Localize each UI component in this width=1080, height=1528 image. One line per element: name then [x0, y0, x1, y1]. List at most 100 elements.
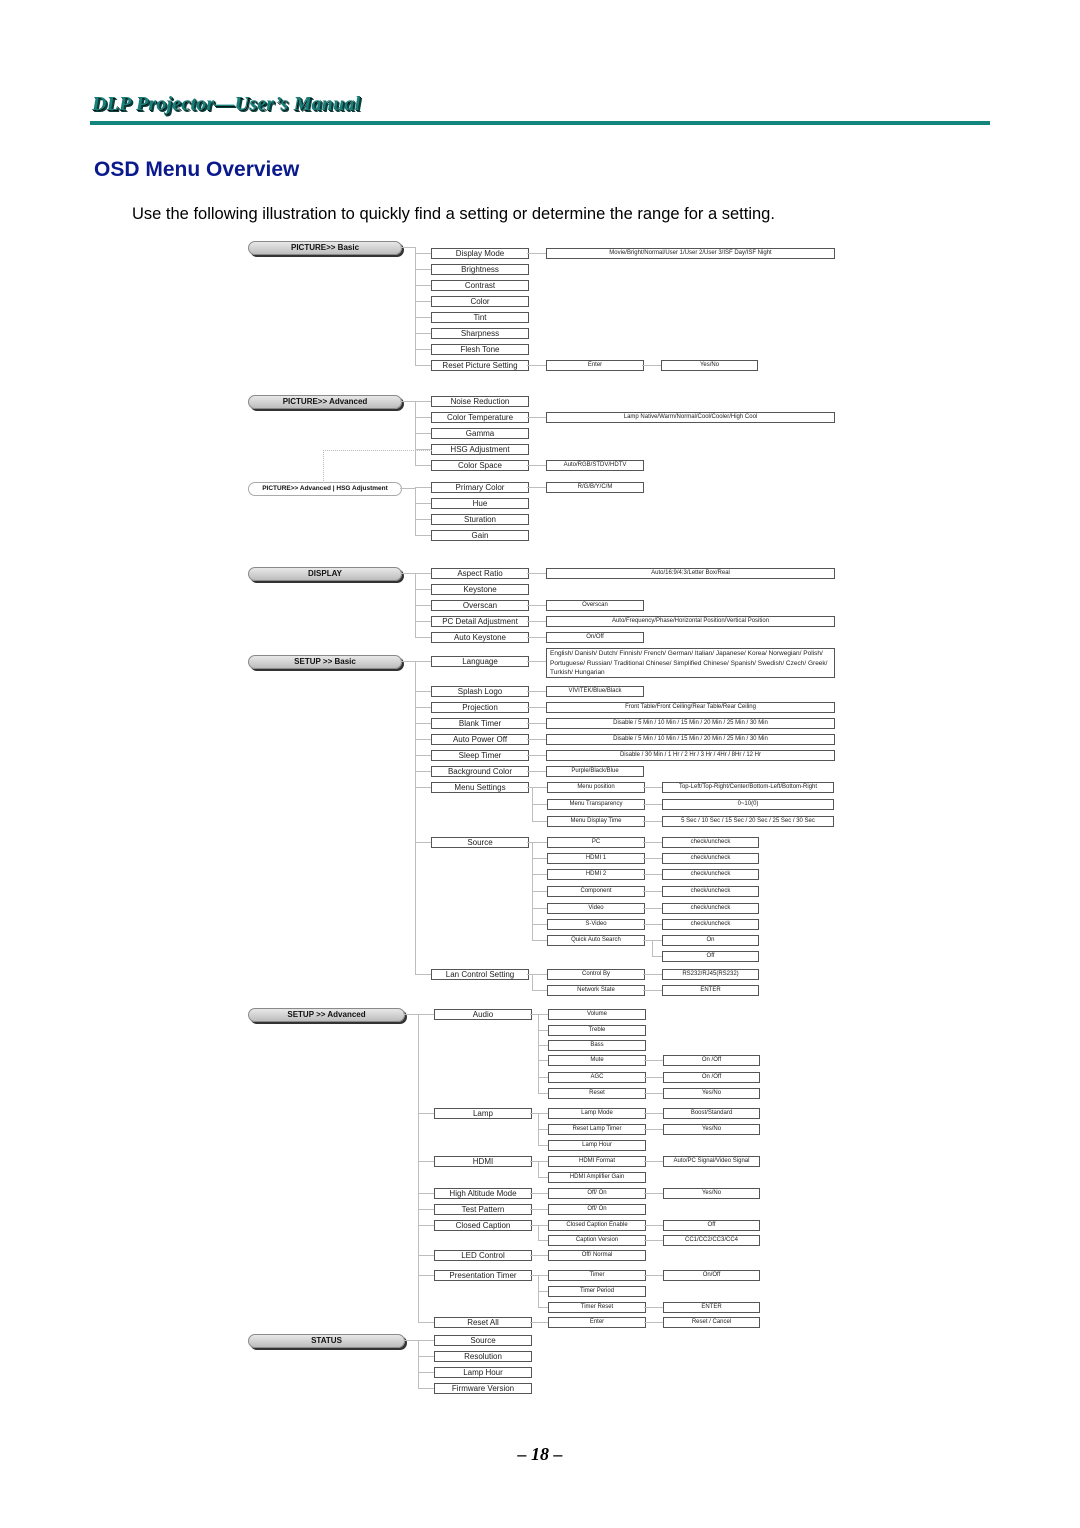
- option-value: On/Off: [663, 1270, 760, 1281]
- menu-item: Source: [434, 1335, 532, 1346]
- connector-line: [538, 1060, 548, 1061]
- connector-line: [527, 605, 546, 606]
- connector-line: [538, 1291, 548, 1292]
- connector-line: [418, 1225, 434, 1226]
- menu-item: Reset All: [434, 1317, 532, 1328]
- osd-menu-diagram: PICTURE>> Basic Display Mode Movie/Bright/…: [0, 0, 1080, 1528]
- connector-line: [415, 401, 431, 402]
- connector-line: [527, 621, 546, 622]
- connector-line: [538, 1145, 548, 1146]
- menu-item: Gain: [431, 530, 529, 541]
- submenu-item: Closed Caption Enable: [548, 1220, 646, 1231]
- connector-line: [652, 956, 662, 957]
- connector-line: [527, 417, 546, 418]
- menu-item: Tint: [431, 312, 529, 323]
- connector-line: [415, 661, 416, 974]
- connector-line: [532, 874, 547, 875]
- menu-item: Color Temperature: [431, 412, 529, 423]
- connector-line: [403, 1014, 418, 1015]
- option-value: Disable / 30 Min / 1 Hr / 2 Hr / 3 Hr / …: [546, 750, 835, 761]
- hsg-connector: [323, 450, 432, 483]
- connector-line: [527, 487, 546, 488]
- submenu-item: Timer: [548, 1270, 646, 1281]
- connector-line: [652, 940, 653, 956]
- connector-line: [643, 874, 662, 875]
- submenu-item: Video: [547, 903, 645, 914]
- menu-item: Aspect Ratio: [431, 568, 529, 579]
- connector-line: [418, 1340, 434, 1341]
- connector-line: [418, 1209, 434, 1210]
- connector-line: [538, 1240, 548, 1241]
- menu-item: Color: [431, 296, 529, 307]
- connector-line: [538, 1161, 548, 1162]
- connector-line: [527, 365, 546, 366]
- connector-line: [415, 247, 416, 366]
- connector-line: [643, 842, 662, 843]
- connector-line: [538, 1129, 548, 1130]
- connector-line: [415, 573, 431, 574]
- option-value: Enter: [546, 360, 644, 371]
- section-label: PICTURE>> Advanced: [248, 395, 402, 409]
- option-value: check/uncheck: [662, 886, 759, 897]
- menu-item: Lan Control Setting: [431, 969, 529, 980]
- connector-line: [538, 1225, 548, 1226]
- option-value: On /Off: [663, 1055, 760, 1066]
- submenu-item: AGC: [548, 1072, 646, 1083]
- menu-item: Hue: [431, 498, 529, 509]
- menu-item: Sturation: [431, 514, 529, 525]
- connector-line: [415, 301, 431, 302]
- connector-line: [418, 1161, 434, 1162]
- option-value: On /Off: [663, 1072, 760, 1083]
- connector-line: [415, 707, 431, 708]
- menu-item: Language: [431, 656, 529, 667]
- submenu-item: HDMI Amplifier Gain: [548, 1172, 646, 1183]
- menu-item: Reset Picture Setting: [431, 360, 529, 371]
- connector-line: [643, 858, 662, 859]
- submenu-item: Timer Reset: [548, 1302, 646, 1313]
- connector-line: [644, 1240, 663, 1241]
- submenu-item: Timer Period: [548, 1286, 646, 1297]
- connector-line: [530, 1209, 548, 1210]
- connector-line: [644, 1077, 663, 1078]
- connector-line: [418, 1340, 419, 1388]
- connector-line: [415, 519, 431, 520]
- connector-line: [643, 787, 662, 788]
- connector-line: [527, 755, 546, 756]
- connector-line: [415, 269, 431, 270]
- connector-line: [532, 804, 547, 805]
- option-value: Purple/Black/Blue: [546, 766, 644, 777]
- connector-line: [643, 891, 662, 892]
- connector-line: [643, 924, 662, 925]
- menu-item: LED Control: [434, 1250, 532, 1261]
- connector-line: [538, 1093, 548, 1094]
- menu-item: Source: [431, 837, 529, 848]
- option-value: Overscan: [546, 600, 644, 611]
- menu-item: Color Space: [431, 460, 529, 471]
- connector-line: [415, 503, 431, 504]
- submenu-item: PC: [547, 837, 645, 848]
- menu-item: Projection: [431, 702, 529, 713]
- connector-line: [415, 621, 431, 622]
- connector-line: [532, 974, 533, 990]
- connector-line: [415, 771, 431, 772]
- submenu-item: S-Video: [547, 919, 645, 930]
- connector-line: [642, 365, 661, 366]
- connector-line: [415, 974, 431, 975]
- option-value: Yes/No: [663, 1088, 760, 1099]
- option-value: CC1/CC2/CC3/CC4: [663, 1235, 760, 1246]
- connector-line: [418, 1014, 434, 1015]
- option-value: check/uncheck: [662, 903, 759, 914]
- menu-item: HSG Adjustment: [431, 444, 529, 455]
- menu-item: Overscan: [431, 600, 529, 611]
- connector-line: [415, 535, 431, 536]
- submenu-item: Volume: [548, 1009, 646, 1020]
- submenu-item: Component: [547, 886, 645, 897]
- connector-line: [532, 891, 547, 892]
- menu-item: Lamp Hour: [434, 1367, 532, 1378]
- menu-item: High Altitude Mode: [434, 1188, 532, 1199]
- connector-line: [415, 605, 431, 606]
- connector-line: [400, 247, 415, 248]
- connector-line: [527, 573, 546, 574]
- menu-item: Audio: [434, 1009, 532, 1020]
- connector-line: [418, 1014, 419, 1322]
